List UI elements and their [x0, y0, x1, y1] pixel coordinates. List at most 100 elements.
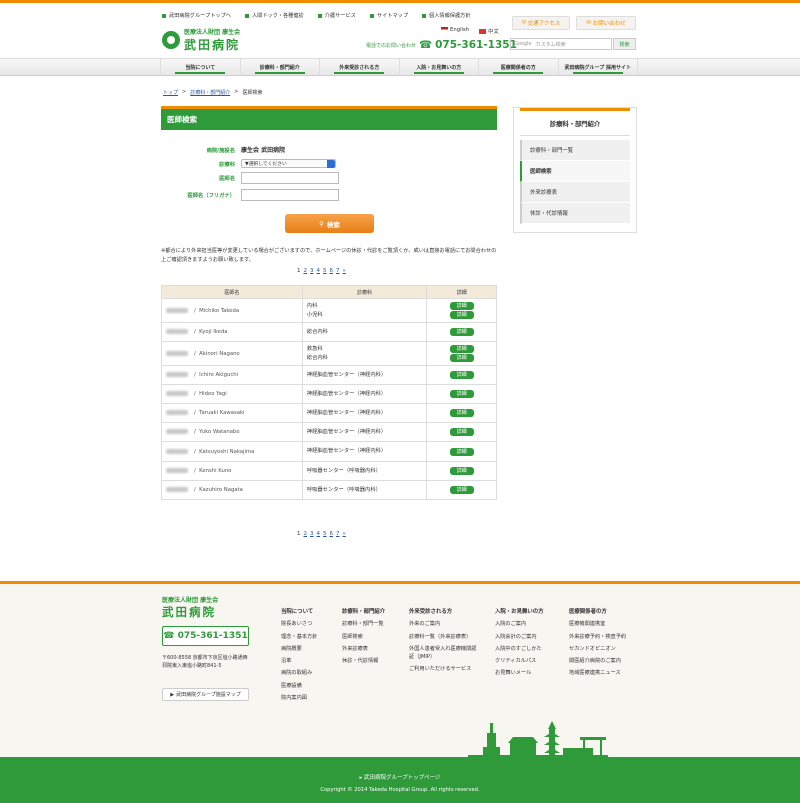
dept-cell: 神経脳血管センター（神経内科）: [301, 403, 428, 423]
detail-button[interactable]: 詳細: [449, 486, 474, 494]
page-link[interactable]: 2: [304, 531, 308, 537]
page-link[interactable]: 7: [336, 268, 340, 274]
detail-button[interactable]: 詳細: [449, 467, 474, 475]
detail-button[interactable]: 詳細: [449, 428, 474, 436]
page-link[interactable]: 6: [330, 268, 334, 274]
phone-icon: ☎: [419, 39, 433, 51]
dept-name: 神経脳血管センター（神経内科）: [306, 428, 387, 435]
page-next[interactable]: »: [343, 531, 346, 537]
group-top-link[interactable]: ▸ 武田病院グループトップページ: [0, 773, 800, 781]
page-link[interactable]: 3: [310, 531, 314, 537]
footer-link[interactable]: 診療科・部門一覧: [342, 618, 385, 630]
footer-link[interactable]: 外来診療予約・検査予約: [569, 631, 626, 643]
facility-map-label: 武田病院グループ施設マップ: [176, 692, 241, 698]
detail-button[interactable]: 詳細: [449, 409, 474, 417]
footer-link[interactable]: ご利用いただけるサービス: [409, 663, 481, 675]
top-link[interactable]: サイトマップ: [369, 12, 408, 19]
detail-button[interactable]: 詳細: [449, 328, 474, 336]
page-link[interactable]: 6: [330, 531, 334, 537]
footer-link[interactable]: 外来のご案内: [409, 618, 481, 630]
doctor-name: Hideo Yagi: [199, 391, 227, 397]
footer-link[interactable]: クリティカルパス: [495, 655, 544, 667]
nav-item[interactable]: 外来受診される方: [319, 59, 399, 76]
site-logo[interactable]: 医療法人財団 康生会 武田病院: [162, 27, 240, 53]
footer-link[interactable]: 診療科一覧（外来診療表）: [409, 631, 481, 643]
detail-button[interactable]: 詳細: [449, 390, 474, 398]
page-next[interactable]: »: [343, 268, 346, 274]
page-link[interactable]: 4: [317, 268, 321, 274]
doctor-kana-input[interactable]: [241, 188, 339, 201]
lang-english[interactable]: English: [441, 27, 469, 35]
nav-item[interactable]: 診療科・部門紹介: [239, 59, 320, 76]
footer-link[interactable]: 理念・基本方針: [281, 631, 317, 643]
detail-button[interactable]: 詳細: [449, 345, 474, 353]
nav-item[interactable]: 医療関係者の方: [478, 59, 558, 76]
footer-link[interactable]: セカンドオピニオン: [569, 643, 626, 655]
page-link[interactable]: 5: [323, 268, 327, 274]
sidebar-item[interactable]: 外来診療表: [520, 182, 630, 203]
nav-item[interactable]: 当院について: [160, 59, 240, 76]
top-link[interactable]: 個人情報保護方針: [422, 12, 471, 19]
footer-link[interactable]: 関医紹介病院のご案内: [569, 655, 626, 667]
footer-column-heading[interactable]: 入院・お見舞いの方: [495, 606, 544, 618]
footer-column-heading[interactable]: 当院について: [281, 606, 317, 618]
breadcrumb-link[interactable]: トップ: [163, 89, 178, 96]
nav-item[interactable]: 武田病院グループ 採用サイト: [557, 59, 638, 76]
footer-link[interactable]: 外来診療表: [342, 643, 385, 655]
dept-select[interactable]: ▼選択してください: [241, 159, 336, 168]
access-label: 交通アクセス: [527, 21, 561, 27]
page-link[interactable]: 2: [304, 268, 308, 274]
detail-button[interactable]: 詳細: [449, 447, 474, 456]
contact-button[interactable]: ✉ お問い合わせ: [576, 16, 636, 30]
footer-link[interactable]: 院長あいさつ: [281, 618, 317, 630]
footer-link[interactable]: 休診・代診情報: [342, 655, 385, 667]
lang-chinese[interactable]: 中文: [479, 27, 499, 35]
footer-link[interactable]: お見舞いメール: [495, 667, 544, 679]
top-link[interactable]: 武田病院グループトップへ: [162, 12, 231, 19]
sidebar-item-active[interactable]: 医師検索: [520, 161, 630, 182]
footer-link[interactable]: 医師検索: [342, 631, 385, 643]
doctor-name-cell: / Akinori Nagano: [161, 341, 303, 366]
sidebar-item[interactable]: 診療科・部門一覧: [520, 140, 630, 161]
page-link[interactable]: 3: [310, 268, 314, 274]
footer-link[interactable]: 医療機関連携室: [569, 618, 626, 630]
detail-button[interactable]: 詳細: [449, 371, 474, 379]
search-input[interactable]: Google カスタム検索: [510, 38, 612, 50]
footer-link[interactable]: 入院のご案内: [495, 618, 544, 630]
doctor-table-body: / Michiko Takeda 内科 小児科 詳細 詳細 / Kyoji Ikeda 総合…: [161, 298, 497, 500]
detail-button[interactable]: 詳細: [449, 302, 474, 310]
search-submit-button[interactable]: ⚲ 検索: [285, 214, 374, 233]
footer-link[interactable]: 入院中のすごしかた: [495, 643, 544, 655]
footer-link[interactable]: 沿革: [281, 655, 317, 667]
top-link[interactable]: 介護サービス: [317, 12, 356, 19]
top-link[interactable]: 人間ドック・各種健診: [244, 12, 304, 19]
nav-item[interactable]: 入院・お見舞いの方: [398, 59, 479, 76]
detail-button[interactable]: 詳細: [449, 354, 474, 362]
page-link[interactable]: 7: [336, 531, 340, 537]
footer-link[interactable]: 医療設備: [281, 680, 317, 692]
detail-cell: 詳細: [426, 403, 497, 423]
footer-column-heading[interactable]: 外来受診される方: [409, 606, 481, 618]
page-title: 医師検索: [161, 106, 497, 130]
dept-name: 神経脳血管センター（神経内科）: [306, 390, 387, 397]
kana-label: 医師名（フリガナ）: [187, 192, 235, 199]
page-link[interactable]: 5: [323, 531, 327, 537]
footer-link[interactable]: 病院概要: [281, 643, 317, 655]
footer-column-heading[interactable]: 診療科・部門紹介: [342, 606, 385, 618]
breadcrumb-link[interactable]: 診療科・部門紹介: [190, 89, 230, 96]
footer-column-heading[interactable]: 医療関係者の方: [569, 606, 626, 618]
footer-link[interactable]: 地域医療連携ニュース: [569, 667, 626, 679]
footer-link[interactable]: 病院の取組み: [281, 667, 317, 679]
footer-link[interactable]: 外国人患者受入れ医療機関認証（JMIP）: [409, 645, 481, 661]
blurred-name: [166, 391, 188, 396]
doctor-name-input[interactable]: [241, 171, 339, 184]
footer-column: 当院について 院長あいさつ 理念・基本方針 病院概要 沿革 病院の取組み 医療設備 院内案内図: [281, 606, 317, 704]
footer-link[interactable]: 入院会計のご案内: [495, 631, 544, 643]
footer-link[interactable]: 院内案内図: [281, 692, 317, 704]
page-link[interactable]: 4: [317, 531, 321, 537]
detail-button[interactable]: 詳細: [449, 311, 474, 319]
facility-map-button[interactable]: ▶ 武田病院グループ施設マップ: [162, 688, 249, 701]
sidebar-item[interactable]: 休診・代診情報: [520, 203, 630, 224]
access-button[interactable]: ⚲ 交通アクセス: [512, 16, 570, 30]
search-button[interactable]: 検索: [613, 38, 636, 50]
